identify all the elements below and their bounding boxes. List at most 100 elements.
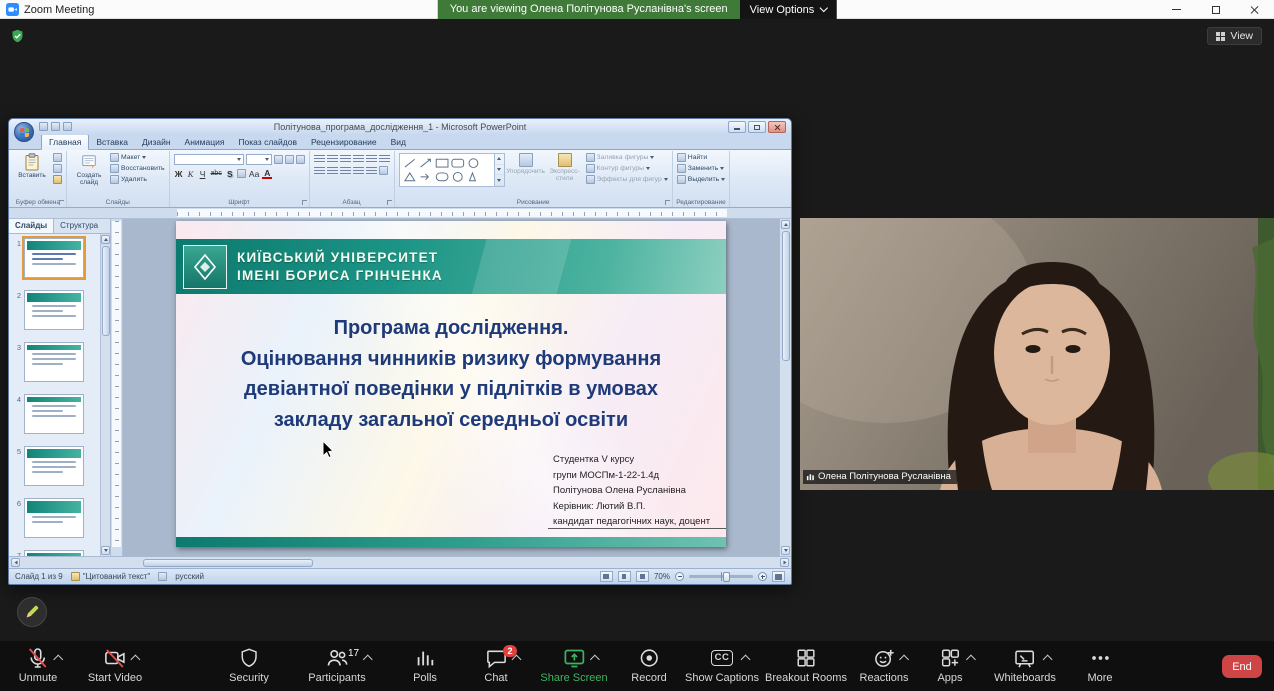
dialog-launcher-icon[interactable] [387,200,392,205]
participant-video-tile[interactable]: Олена Політунова Русланівна [800,218,1274,490]
chevron-up-icon[interactable] [131,655,141,665]
justify-icon[interactable] [353,166,364,175]
new-slide-button[interactable]: Создать слайд [71,153,107,186]
shape-fill-button[interactable]: Заливка фигуры [586,153,668,162]
slide-canvas[interactable]: КИЇВСЬКИЙ УНІВЕРСИТЕТ ІМЕНІ БОРИСА ГРІНЧ… [176,221,726,547]
participants-button[interactable]: Participants 17 [308,646,365,684]
reactions-button[interactable]: Reactions [860,646,909,684]
scrollbar-thumb[interactable] [102,246,110,336]
slide-thumbnail-6[interactable] [24,498,84,538]
font-name-select[interactable] [174,154,244,165]
tab-review[interactable]: Рецензирование [304,135,384,149]
chevron-up-icon[interactable] [1043,655,1053,665]
increase-indent-icon[interactable] [353,154,364,163]
office-button[interactable] [14,122,34,142]
tab-insert[interactable]: Вставка [89,135,135,149]
unmute-button[interactable]: Unmute [19,646,58,684]
whiteboards-button[interactable]: Whiteboards [994,646,1056,684]
security-shield-icon[interactable] [10,28,25,44]
maximize-button[interactable] [1196,0,1235,19]
underline-button[interactable]: Ч [198,168,208,179]
undo-icon[interactable] [51,122,60,131]
layout-button[interactable]: Макет [110,153,165,162]
select-button[interactable]: Выделить [677,175,725,184]
chevron-up-icon[interactable] [741,655,751,665]
font-color-button[interactable]: А [262,168,272,179]
apps-button[interactable]: Apps [937,646,962,684]
show-captions-button[interactable]: CC Show Captions [685,646,759,684]
end-meeting-button[interactable]: End [1222,655,1262,678]
ppt-minimize-button[interactable] [728,121,746,133]
redo-icon[interactable] [63,122,72,131]
tab-slideshow[interactable]: Показ слайдов [231,135,304,149]
slide-sorter-button[interactable] [618,571,631,582]
security-button[interactable]: Security [229,646,269,684]
align-right-icon[interactable] [340,166,351,175]
strikethrough-button[interactable]: abc [210,168,223,179]
shapes-gallery[interactable] [399,153,495,187]
tab-animation[interactable]: Анимация [178,135,232,149]
panel-tab-slides[interactable]: Слайды [9,219,54,233]
bold-button[interactable]: Ж [174,168,184,179]
slide-thumbnail-5[interactable] [24,446,84,486]
copy-icon[interactable] [53,164,62,173]
slide-thumbnail-2[interactable] [24,290,84,330]
chevron-up-icon[interactable] [363,655,373,665]
fit-to-window-button[interactable] [772,571,785,582]
record-button[interactable]: Record [631,646,666,684]
reset-button[interactable]: Восстановить [110,164,165,173]
chevron-up-icon[interactable] [54,655,64,665]
slide-thumbnail-4[interactable] [24,394,84,434]
annotate-button[interactable] [17,597,47,627]
slide-thumbnail-1[interactable] [24,238,84,278]
numbering-icon[interactable] [327,154,338,163]
dialog-launcher-icon[interactable] [302,200,307,205]
dialog-launcher-icon[interactable] [665,200,670,205]
more-button[interactable]: More [1087,646,1112,684]
shrink-font-icon[interactable] [285,155,294,164]
grow-font-icon[interactable] [274,155,283,164]
panel-scrollbar[interactable] [100,234,110,556]
text-direction-icon[interactable] [379,154,390,163]
character-spacing-icon[interactable] [237,169,246,178]
shapes-gallery-scroll[interactable] [495,153,505,187]
shape-outline-button[interactable]: Контур фигуры [586,164,668,173]
chevron-up-icon[interactable] [900,655,910,665]
cut-icon[interactable] [53,153,62,162]
tab-home[interactable]: Главная [41,134,89,150]
zoom-slider[interactable] [689,575,753,578]
font-size-select[interactable] [246,154,272,165]
save-icon[interactable] [39,122,48,131]
scrollbar-thumb[interactable] [143,559,313,567]
replace-button[interactable]: Заменить [677,164,725,173]
change-case-button[interactable]: Аа [248,168,261,179]
quick-styles-button[interactable]: Экспресс-стили [547,153,583,182]
tab-design[interactable]: Дизайн [135,135,178,149]
horizontal-ruler[interactable] [9,208,791,219]
chevron-up-icon[interactable] [966,655,976,665]
polls-button[interactable]: Polls [413,646,437,684]
paste-button[interactable]: Вставить [14,153,50,179]
arrange-button[interactable]: Упорядочить [508,153,544,175]
chevron-up-icon[interactable] [512,655,522,665]
align-center-icon[interactable] [327,166,338,175]
slide-thumbnail-3[interactable] [24,342,84,382]
bullets-icon[interactable] [314,154,325,163]
columns-icon[interactable] [366,166,377,175]
format-painter-icon[interactable] [53,175,62,184]
slideshow-button[interactable] [636,571,649,582]
chat-button[interactable]: Chat 2 [484,646,508,684]
smartart-icon[interactable] [379,166,388,175]
align-left-icon[interactable] [314,166,325,175]
breakout-rooms-button[interactable]: Breakout Rooms [765,646,847,684]
scrollbar-thumb[interactable] [782,231,790,361]
slide-thumbnail-7[interactable] [24,550,84,556]
zoom-out-button[interactable] [675,572,684,581]
text-shadow-button[interactable]: S [225,168,235,179]
view-options-button[interactable]: View Options [740,0,837,19]
start-video-button[interactable]: Start Video [88,646,142,684]
minimize-button[interactable] [1157,0,1196,19]
dialog-launcher-icon[interactable] [59,200,64,205]
horizontal-scrollbar[interactable] [9,556,791,568]
vertical-ruler[interactable] [111,219,123,556]
